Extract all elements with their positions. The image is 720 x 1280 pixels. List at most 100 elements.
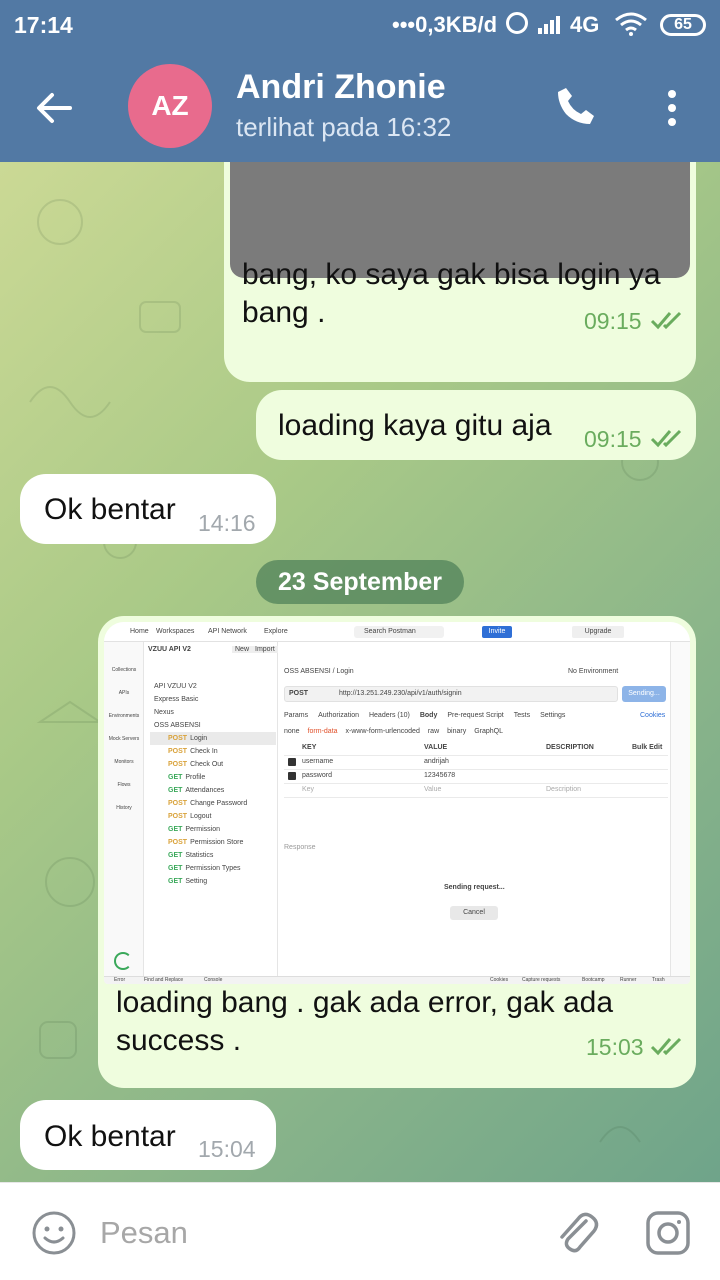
date-separator: 23 September [256, 560, 464, 604]
tree-item: POST Check In [150, 745, 276, 758]
paperclip-icon[interactable] [552, 1207, 600, 1259]
tree-item: Nexus [150, 706, 276, 719]
battery-indicator: 65 [660, 14, 706, 36]
tree-item: OSS ABSENSI [150, 719, 276, 732]
method-tag: POST [168, 813, 188, 820]
side-icon-label: Mock Servers [108, 736, 140, 742]
method-tag: POST [168, 839, 188, 846]
breadcrumb: OSS ABSENSI / Login [284, 668, 354, 675]
alarm-icon [506, 12, 528, 34]
postman-footer: Error Find and Replace Console Cookies C… [104, 976, 690, 984]
checkbox-checked-icon [288, 772, 296, 780]
tree-item-label: Profile [185, 774, 206, 781]
tree-item-label: Check Out [190, 761, 224, 768]
footer-bootcamp: Bootcamp [582, 977, 605, 983]
row-value: andrijah [424, 758, 449, 765]
tree-item-label: Permission [185, 826, 221, 833]
instagram-camera-icon[interactable] [644, 1207, 692, 1259]
tree-item-label: API VZUU V2 [154, 683, 197, 690]
message-time: 15:04 [198, 1136, 256, 1162]
footer-trash: Trash [652, 977, 665, 983]
url-bar: POST http://13.251.249.230/api/v1/auth/s… [284, 686, 618, 702]
method-tag: GET [168, 852, 183, 859]
message-text: loading kaya gitu aja [278, 409, 552, 442]
message-time: 15:03 [586, 1034, 644, 1060]
sending-request-text: Sending request... [444, 884, 505, 891]
row-key-placeholder: Key [302, 786, 315, 793]
footer-cookies: Cookies [490, 977, 509, 983]
bulk-edit: Bulk Edit [632, 744, 663, 751]
row-desc-placeholder: Description [546, 786, 582, 793]
body-type-option: binary [447, 728, 467, 735]
body-type-option: x-www-form-urlencoded [345, 728, 420, 735]
message-text: Ok bentar [44, 493, 176, 526]
status-bar: 17:14 •••0,3KB/d 4G 65 [0, 0, 720, 52]
method-tag: GET [168, 865, 183, 872]
side-icon-label: Environments [108, 713, 140, 719]
postman-nav-api-network: API Network [208, 628, 247, 635]
screenshot-attachment[interactable]: Home Workspaces API Network Explore Sear… [104, 622, 690, 984]
double-check-icon [650, 311, 682, 330]
footer-runner: Runner [620, 977, 637, 983]
message-bubble-outgoing[interactable]: Home Workspaces API Network Explore Sear… [98, 616, 696, 1088]
table-row: username andrijah [284, 756, 668, 770]
row-value-placeholder: Value [424, 786, 442, 793]
network-speed: •••0,3KB/d [392, 12, 498, 37]
postman-request-panel: OSS ABSENSI / Login No Environment POST … [278, 642, 670, 976]
chat-area[interactable]: bang, ko saya gak bisa login ya bang . 0… [0, 162, 720, 1182]
postman-nav-explore: Explore [264, 628, 288, 635]
message-composer [0, 1182, 720, 1280]
tree-item-label: Change Password [190, 800, 248, 807]
message-bubble-incoming[interactable]: Ok bentar 14:16 [20, 474, 276, 544]
more-options-icon[interactable] [654, 84, 690, 132]
message-bubble-incoming[interactable]: Ok bentar 15:04 [20, 1100, 276, 1170]
http-method: POST [289, 690, 309, 697]
message-text: Ok bentar [44, 1120, 176, 1153]
row-key: password [302, 772, 332, 779]
postman-right-sidebar [670, 642, 690, 976]
tree-item-label: Statistics [185, 852, 214, 859]
chat-header: 17:14 •••0,3KB/d 4G 65 AZ Andri Zhonie t… [0, 0, 720, 162]
status-time: 17:14 [14, 12, 73, 38]
tree-item-label: Logout [190, 813, 212, 820]
postman-collection-tree: VZUU API V2 New Import API VZUU V2 Expres… [144, 642, 278, 976]
request-tab: Tests [513, 712, 531, 719]
signal-icon [538, 16, 560, 34]
message-input[interactable] [100, 1211, 520, 1255]
tree-item: POST Logout [150, 810, 276, 823]
row-key: username [302, 758, 334, 765]
cookies-link: Cookies [640, 712, 666, 719]
contact-name[interactable]: Andri Zhonie [236, 68, 446, 107]
request-url: http://13.251.249.230/api/v1/auth/signin [339, 690, 462, 697]
footer-console: Console [204, 977, 223, 983]
method-tag: GET [168, 826, 183, 833]
column-key: KEY [302, 744, 317, 751]
body-type-option: none [284, 728, 300, 735]
postman-icon-sidebar: Collections APIs Environments Mock Serve… [104, 642, 144, 976]
tree-item: GET Permission Types [150, 862, 276, 875]
response-label: Response [284, 844, 316, 851]
footer-find: Find and Replace [144, 977, 184, 983]
request-tab: Body [419, 712, 438, 719]
tree-item: GET Permission [150, 823, 276, 836]
message-bubble-outgoing[interactable]: bang, ko saya gak bisa login ya bang . 0… [224, 162, 696, 382]
footer-error: Error [114, 977, 126, 983]
send-button: Sending... [622, 686, 666, 702]
message-time: 09:15 [584, 308, 642, 334]
tree-item-label: Attendances [185, 787, 225, 794]
message-time: 14:16 [198, 510, 256, 536]
back-arrow-icon[interactable] [30, 84, 78, 132]
request-tab: Pre-request Script [447, 712, 504, 719]
tree-item-label: Check In [190, 748, 218, 755]
emoji-icon[interactable] [30, 1209, 78, 1257]
loading-spinner-icon [114, 952, 132, 970]
import-button: Import [252, 646, 278, 653]
avatar[interactable]: AZ [128, 64, 212, 148]
tree-item: POST Check Out [150, 758, 276, 771]
method-tag: POST [168, 800, 188, 807]
wifi-icon [615, 12, 647, 36]
tree-item-label: Permission Types [185, 865, 241, 872]
phone-call-icon[interactable] [552, 82, 600, 130]
request-tab: Authorization [318, 712, 359, 719]
message-bubble-outgoing[interactable]: loading kaya gitu aja 09:15 [256, 390, 696, 460]
